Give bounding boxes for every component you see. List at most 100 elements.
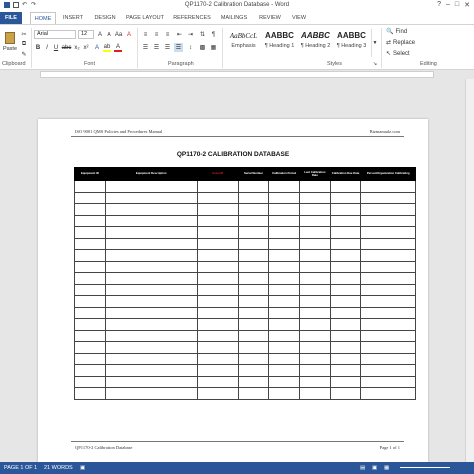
close-icon[interactable]: ✕ — [464, 1, 470, 9]
table-cell[interactable] — [360, 329, 416, 342]
table-cell[interactable] — [104, 329, 198, 342]
table-cell[interactable] — [196, 237, 239, 250]
table-cell[interactable] — [268, 306, 301, 319]
table-cell[interactable] — [196, 387, 239, 400]
table-cell[interactable] — [329, 295, 362, 308]
table-cell[interactable] — [299, 306, 331, 319]
paste-button[interactable]: Paste — [2, 28, 18, 56]
tab-view[interactable]: VIEW — [288, 12, 310, 24]
italic-icon[interactable]: I — [43, 43, 51, 52]
table-cell[interactable] — [360, 226, 416, 239]
table-cell[interactable] — [329, 387, 362, 400]
table-cell[interactable] — [329, 214, 362, 227]
table-cell[interactable] — [237, 203, 270, 216]
table-cell[interactable] — [329, 364, 362, 377]
style-emphasis[interactable]: AaBbCcL Emphasis — [226, 29, 261, 57]
table-cell[interactable] — [196, 341, 239, 354]
table-cell[interactable] — [360, 341, 416, 354]
table-cell[interactable] — [196, 318, 239, 331]
table-cell[interactable] — [329, 226, 362, 239]
table-cell[interactable] — [299, 364, 331, 377]
table-cell[interactable] — [196, 226, 239, 239]
table-cell[interactable] — [360, 180, 416, 193]
table-cell[interactable] — [74, 375, 106, 388]
table-cell[interactable] — [268, 295, 301, 308]
table-cell[interactable] — [268, 329, 301, 342]
table-cell[interactable] — [74, 260, 106, 273]
decrease-indent-icon[interactable]: ⇤ — [175, 30, 184, 39]
table-cell[interactable] — [104, 226, 198, 239]
table-cell[interactable] — [104, 214, 198, 227]
table-cell[interactable] — [104, 387, 198, 400]
table-cell[interactable] — [237, 283, 270, 296]
sort-icon[interactable]: ⇅ — [198, 30, 207, 39]
table-cell[interactable] — [329, 375, 362, 388]
table-cell[interactable] — [299, 295, 331, 308]
style-heading-1[interactable]: AABBC ¶ Heading 1 — [262, 29, 297, 57]
table-cell[interactable] — [329, 180, 362, 193]
table-cell[interactable] — [360, 318, 416, 331]
table-cell[interactable] — [299, 260, 331, 273]
numbering-icon[interactable]: ≡ — [152, 30, 161, 39]
subscript-icon[interactable]: x₂ — [73, 43, 81, 52]
table-cell[interactable] — [74, 272, 106, 285]
line-spacing-icon[interactable]: ↕ — [186, 43, 195, 52]
table-cell[interactable] — [74, 387, 106, 400]
style-heading-3[interactable]: AABBC ¶ Heading 3 — [334, 29, 369, 57]
table-cell[interactable] — [237, 341, 270, 354]
table-cell[interactable] — [268, 352, 301, 365]
table-cell[interactable] — [299, 375, 331, 388]
table-cell[interactable] — [196, 272, 239, 285]
table-cell[interactable] — [329, 237, 362, 250]
word-count[interactable]: 21 WORDS — [44, 465, 73, 471]
table-cell[interactable] — [299, 203, 331, 216]
table-cell[interactable] — [329, 249, 362, 262]
bullets-icon[interactable]: ≡ — [141, 30, 150, 39]
table-cell[interactable] — [329, 203, 362, 216]
show-marks-icon[interactable]: ¶ — [209, 30, 218, 39]
table-cell[interactable] — [196, 295, 239, 308]
table-cell[interactable] — [360, 295, 416, 308]
table-cell[interactable] — [299, 387, 331, 400]
table-cell[interactable] — [268, 375, 301, 388]
table-body[interactable] — [74, 180, 416, 400]
format-painter-icon[interactable]: ✎ — [20, 50, 28, 58]
clear-format-icon[interactable]: A — [125, 30, 133, 39]
table-cell[interactable] — [74, 237, 106, 250]
table-cell[interactable] — [299, 237, 331, 250]
multilevel-list-icon[interactable]: ≡ — [163, 30, 172, 39]
table-cell[interactable] — [196, 203, 239, 216]
table-cell[interactable] — [329, 318, 362, 331]
table-cell[interactable] — [74, 249, 106, 262]
table-cell[interactable] — [74, 214, 106, 227]
document-area[interactable]: ISO 9001 QMS Policies and Procedures Man… — [0, 79, 474, 462]
table-cell[interactable] — [104, 249, 198, 262]
print-layout-icon[interactable]: ▣ — [372, 465, 377, 471]
table-cell[interactable] — [329, 306, 362, 319]
read-mode-icon[interactable]: ▤ — [360, 465, 365, 471]
shading-icon[interactable]: ▩ — [198, 43, 207, 52]
table-cell[interactable] — [237, 318, 270, 331]
strikethrough-icon[interactable]: abc — [62, 43, 72, 52]
table-cell[interactable] — [268, 214, 301, 227]
table-cell[interactable] — [74, 203, 106, 216]
font-color-icon[interactable]: A — [114, 43, 122, 52]
table-cell[interactable] — [104, 260, 198, 273]
proofing-icon[interactable]: ▣ — [80, 465, 85, 471]
table-cell[interactable] — [360, 387, 416, 400]
table-cell[interactable] — [196, 214, 239, 227]
table-cell[interactable] — [360, 249, 416, 262]
table-cell[interactable] — [360, 364, 416, 377]
table-cell[interactable] — [104, 318, 198, 331]
table-cell[interactable] — [360, 260, 416, 273]
maximize-icon[interactable]: □ — [455, 1, 459, 9]
table-cell[interactable] — [237, 375, 270, 388]
table-cell[interactable] — [299, 272, 331, 285]
table-cell[interactable] — [299, 329, 331, 342]
table-cell[interactable] — [268, 272, 301, 285]
table-cell[interactable] — [74, 364, 106, 377]
table-cell[interactable] — [237, 329, 270, 342]
table-cell[interactable] — [74, 329, 106, 342]
table-cell[interactable] — [196, 180, 239, 193]
calibration-table[interactable]: Equipment ID Equipment Description Asset… — [74, 167, 416, 400]
